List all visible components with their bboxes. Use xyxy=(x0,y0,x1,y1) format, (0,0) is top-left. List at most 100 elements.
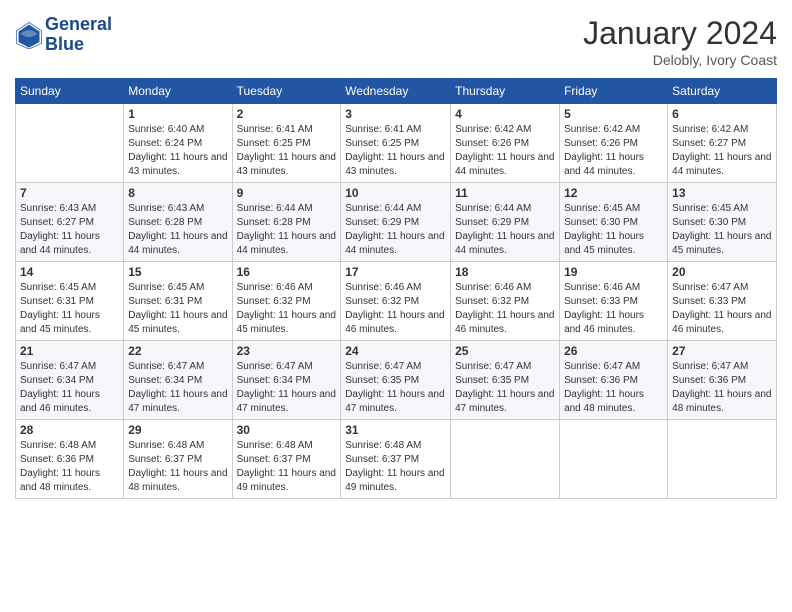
day-number: 4 xyxy=(455,107,555,121)
day-number: 11 xyxy=(455,186,555,200)
page: General Blue January 2024 Delobly, Ivory… xyxy=(0,0,792,612)
calendar-cell: 19 Sunrise: 6:46 AMSunset: 6:33 PMDayligh… xyxy=(560,262,668,341)
day-number: 8 xyxy=(128,186,227,200)
calendar-table: SundayMondayTuesdayWednesdayThursdayFrid… xyxy=(15,78,777,499)
weekday-friday: Friday xyxy=(560,79,668,104)
day-info: Sunrise: 6:47 AMSunset: 6:36 PMDaylight:… xyxy=(564,360,663,416)
calendar-cell: 20 Sunrise: 6:47 AMSunset: 6:33 PMDayligh… xyxy=(668,262,777,341)
day-number: 2 xyxy=(237,107,337,121)
day-number: 3 xyxy=(345,107,446,121)
day-number: 28 xyxy=(20,423,119,437)
calendar-cell: 8Sunrise: 6:43 AMSunset: 6:28 PMDaylight… xyxy=(124,183,232,262)
day-info: Sunrise: 6:48 AMSunset: 6:37 PMDaylight:… xyxy=(128,439,227,495)
calendar-cell: 5Sunrise: 6:42 AMSunset: 6:26 PMDaylight… xyxy=(560,104,668,183)
day-number: 27 xyxy=(672,344,772,358)
calendar-cell: 6 Sunrise: 6:42 AMSunset: 6:27 PMDaylight… xyxy=(668,104,777,183)
calendar-cell: 13 Sunrise: 6:45 AMSunset: 6:30 PMDayligh… xyxy=(668,183,777,262)
day-info: Sunrise: 6:47 AMSunset: 6:34 PMDaylight:… xyxy=(128,360,227,416)
day-info: Sunrise: 6:44 AMSunset: 6:29 PMDaylight:… xyxy=(455,202,555,258)
day-info: Sunrise: 6:46 AMSunset: 6:32 PMDaylight:… xyxy=(237,281,337,337)
calendar-cell: 17 Sunrise: 6:46 AMSunset: 6:32 PMDayligh… xyxy=(341,262,451,341)
calendar-cell: 29 Sunrise: 6:48 AMSunset: 6:37 PMDayligh… xyxy=(124,420,232,499)
day-number: 15 xyxy=(128,265,227,279)
weekday-saturday: Saturday xyxy=(668,79,777,104)
day-number: 22 xyxy=(128,344,227,358)
day-info: Sunrise: 6:46 AMSunset: 6:32 PMDaylight:… xyxy=(455,281,555,337)
day-number: 25 xyxy=(455,344,555,358)
day-number: 17 xyxy=(345,265,446,279)
calendar-cell: 9Sunrise: 6:44 AMSunset: 6:28 PMDaylight… xyxy=(232,183,341,262)
calendar-cell: 28 Sunrise: 6:48 AMSunset: 6:36 PMDayligh… xyxy=(16,420,124,499)
month-title: January 2024 xyxy=(583,15,777,52)
day-info: Sunrise: 6:48 AMSunset: 6:36 PMDaylight:… xyxy=(20,439,119,495)
day-number: 7 xyxy=(20,186,119,200)
calendar-cell: 21 Sunrise: 6:47 AMSunset: 6:34 PMDayligh… xyxy=(16,341,124,420)
day-info: Sunrise: 6:46 AMSunset: 6:32 PMDaylight:… xyxy=(345,281,446,337)
weekday-thursday: Thursday xyxy=(451,79,560,104)
day-info: Sunrise: 6:45 AMSunset: 6:31 PMDaylight:… xyxy=(20,281,119,337)
day-info: Sunrise: 6:43 AMSunset: 6:27 PMDaylight:… xyxy=(20,202,119,258)
day-number: 14 xyxy=(20,265,119,279)
header: General Blue January 2024 Delobly, Ivory… xyxy=(15,15,777,68)
calendar-cell: 14 Sunrise: 6:45 AMSunset: 6:31 PMDayligh… xyxy=(16,262,124,341)
logo-icon xyxy=(15,21,43,49)
day-number: 30 xyxy=(237,423,337,437)
calendar-cell: 16 Sunrise: 6:46 AMSunset: 6:32 PMDayligh… xyxy=(232,262,341,341)
day-info: Sunrise: 6:46 AMSunset: 6:33 PMDaylight:… xyxy=(564,281,663,337)
weekday-tuesday: Tuesday xyxy=(232,79,341,104)
day-number: 6 xyxy=(672,107,772,121)
day-number: 24 xyxy=(345,344,446,358)
day-info: Sunrise: 6:44 AMSunset: 6:28 PMDaylight:… xyxy=(237,202,337,258)
calendar-cell: 4Sunrise: 6:42 AMSunset: 6:26 PMDaylight… xyxy=(451,104,560,183)
day-number: 26 xyxy=(564,344,663,358)
day-number: 29 xyxy=(128,423,227,437)
day-info: Sunrise: 6:44 AMSunset: 6:29 PMDaylight:… xyxy=(345,202,446,258)
day-number: 1 xyxy=(128,107,227,121)
day-info: Sunrise: 6:42 AMSunset: 6:27 PMDaylight:… xyxy=(672,123,772,179)
calendar-cell: 7 Sunrise: 6:43 AMSunset: 6:27 PMDaylight… xyxy=(16,183,124,262)
calendar-cell xyxy=(560,420,668,499)
calendar-cell: 12 Sunrise: 6:45 AMSunset: 6:30 PMDayligh… xyxy=(560,183,668,262)
weekday-monday: Monday xyxy=(124,79,232,104)
location: Delobly, Ivory Coast xyxy=(583,52,777,68)
day-number: 18 xyxy=(455,265,555,279)
day-info: Sunrise: 6:42 AMSunset: 6:26 PMDaylight:… xyxy=(564,123,663,179)
calendar-week-5: 28 Sunrise: 6:48 AMSunset: 6:36 PMDayligh… xyxy=(16,420,777,499)
calendar-cell: 27Sunrise: 6:47 AMSunset: 6:36 PMDayligh… xyxy=(668,341,777,420)
calendar-cell: 23 Sunrise: 6:47 AMSunset: 6:34 PMDayligh… xyxy=(232,341,341,420)
day-info: Sunrise: 6:45 AMSunset: 6:30 PMDaylight:… xyxy=(672,202,772,258)
day-info: Sunrise: 6:47 AMSunset: 6:33 PMDaylight:… xyxy=(672,281,772,337)
day-number: 31 xyxy=(345,423,446,437)
day-info: Sunrise: 6:40 AMSunset: 6:24 PMDaylight:… xyxy=(128,123,227,179)
calendar-cell: 22 Sunrise: 6:47 AMSunset: 6:34 PMDayligh… xyxy=(124,341,232,420)
day-info: Sunrise: 6:45 AMSunset: 6:31 PMDaylight:… xyxy=(128,281,227,337)
day-number: 13 xyxy=(672,186,772,200)
day-info: Sunrise: 6:41 AMSunset: 6:25 PMDaylight:… xyxy=(345,123,446,179)
day-number: 20 xyxy=(672,265,772,279)
calendar-cell: 31Sunrise: 6:48 AMSunset: 6:37 PMDayligh… xyxy=(341,420,451,499)
calendar-cell: 18 Sunrise: 6:46 AMSunset: 6:32 PMDayligh… xyxy=(451,262,560,341)
title-block: January 2024 Delobly, Ivory Coast xyxy=(583,15,777,68)
day-number: 21 xyxy=(20,344,119,358)
calendar-week-3: 14 Sunrise: 6:45 AMSunset: 6:31 PMDayligh… xyxy=(16,262,777,341)
day-number: 23 xyxy=(237,344,337,358)
day-number: 19 xyxy=(564,265,663,279)
calendar-cell: 2Sunrise: 6:41 AMSunset: 6:25 PMDaylight… xyxy=(232,104,341,183)
calendar-cell: 3 Sunrise: 6:41 AMSunset: 6:25 PMDaylight… xyxy=(341,104,451,183)
day-info: Sunrise: 6:47 AMSunset: 6:34 PMDaylight:… xyxy=(237,360,337,416)
weekday-wednesday: Wednesday xyxy=(341,79,451,104)
weekday-sunday: Sunday xyxy=(16,79,124,104)
calendar-cell: 15 Sunrise: 6:45 AMSunset: 6:31 PMDayligh… xyxy=(124,262,232,341)
calendar-cell: 25Sunrise: 6:47 AMSunset: 6:35 PMDayligh… xyxy=(451,341,560,420)
day-number: 10 xyxy=(345,186,446,200)
logo: General Blue xyxy=(15,15,112,55)
day-number: 16 xyxy=(237,265,337,279)
logo-line2: Blue xyxy=(45,35,112,55)
day-info: Sunrise: 6:48 AMSunset: 6:37 PMDaylight:… xyxy=(237,439,337,495)
day-info: Sunrise: 6:45 AMSunset: 6:30 PMDaylight:… xyxy=(564,202,663,258)
calendar-week-4: 21 Sunrise: 6:47 AMSunset: 6:34 PMDayligh… xyxy=(16,341,777,420)
logo-text: General Blue xyxy=(45,15,112,55)
calendar-week-2: 7 Sunrise: 6:43 AMSunset: 6:27 PMDaylight… xyxy=(16,183,777,262)
day-info: Sunrise: 6:47 AMSunset: 6:34 PMDaylight:… xyxy=(20,360,119,416)
day-number: 12 xyxy=(564,186,663,200)
